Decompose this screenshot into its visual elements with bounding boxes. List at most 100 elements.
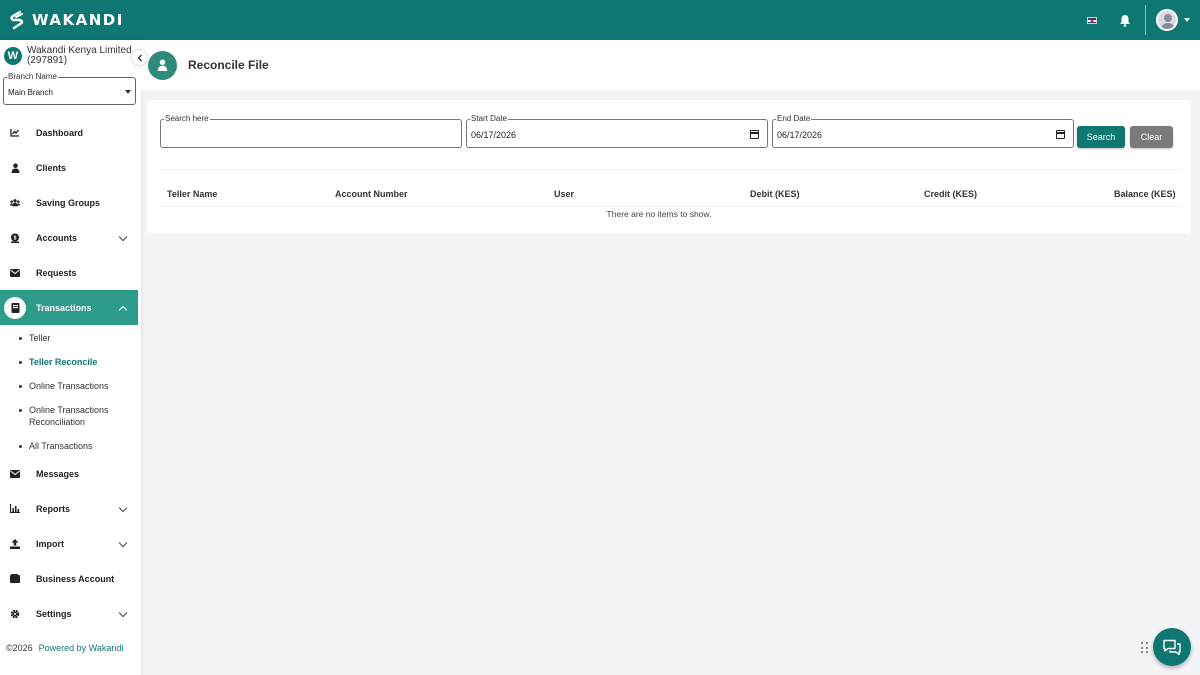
- collapse-sidebar-button[interactable]: [131, 49, 148, 66]
- sidebar-subitem-all-transactions[interactable]: All Transactions: [19, 440, 129, 452]
- user-icon: [148, 50, 177, 80]
- sidebar-item-business-account[interactable]: Business Account: [0, 561, 138, 596]
- sidebar-subitem-teller-reconcile[interactable]: Teller Reconcile: [19, 356, 129, 368]
- end-date-value: 06/17/2026: [777, 130, 823, 140]
- column-header-credit: Credit (KES): [924, 189, 978, 199]
- bullet-icon: [19, 409, 22, 412]
- sidebar-item-requests[interactable]: Requests: [0, 255, 138, 290]
- wakandi-logo-icon: [10, 10, 24, 30]
- sidebar-item-label: Settings: [36, 608, 72, 619]
- sidebar-subitem-label: All Transactions: [29, 441, 93, 451]
- table-header-divider: [159, 206, 1179, 207]
- sidebar-subitem-label: Teller: [29, 333, 51, 343]
- brand-logo[interactable]: WAKANDI: [8, 10, 124, 30]
- envelope-icon: [10, 469, 20, 479]
- chart-bar-icon: [10, 504, 20, 514]
- powered-by-link[interactable]: Powered by Wakandi: [39, 643, 124, 653]
- book-icon: [4, 296, 26, 319]
- sidebar-item-settings[interactable]: Settings: [0, 596, 138, 631]
- search-button[interactable]: Search: [1077, 126, 1125, 148]
- sidebar-item-label: Messages: [36, 468, 80, 479]
- bell-icon[interactable]: [1117, 12, 1133, 28]
- chevron-down-icon: [118, 538, 128, 548]
- start-date-field[interactable]: Start Date 06/17/2026: [466, 114, 768, 148]
- branch-select-label: Branch Name: [7, 72, 58, 81]
- sidebar-item-label: Requests: [36, 267, 77, 278]
- sidebar: W Wakandi Kenya Limited (297891) Branch …: [0, 40, 148, 675]
- sidebar-subitem-teller[interactable]: Teller: [19, 332, 129, 344]
- search-input[interactable]: Search here: [160, 114, 462, 148]
- sidebar-item-transactions[interactable]: Transactions: [0, 290, 138, 325]
- start-date-value: 06/17/2026: [471, 130, 517, 140]
- bullet-icon: [19, 445, 22, 448]
- bank-icon: $: [10, 233, 20, 243]
- drag-handle-icon[interactable]: [1141, 642, 1149, 654]
- sidebar-item-label: Clients: [36, 162, 67, 173]
- column-header-debit: Debit (KES): [750, 189, 800, 199]
- svg-text:$: $: [14, 235, 17, 241]
- bullet-icon: [19, 337, 22, 340]
- brand-name: WAKANDI: [32, 11, 124, 29]
- sidebar-item-dashboard[interactable]: Dashboard: [0, 115, 138, 150]
- chat-icon: [1163, 639, 1181, 655]
- empty-table-message: There are no items to show.: [606, 209, 712, 219]
- org-code: (297891): [27, 55, 68, 66]
- gear-icon: [10, 609, 20, 619]
- chat-button[interactable]: [1153, 628, 1191, 666]
- sidebar-item-messages[interactable]: Messages: [0, 456, 138, 491]
- chevron-down-icon: [118, 608, 128, 618]
- chevron-left-icon: [137, 54, 142, 61]
- chevron-up-icon: [118, 305, 128, 315]
- top-bar: WAKANDI: [0, 0, 1200, 40]
- sidebar-item-saving-groups[interactable]: Saving Groups: [0, 185, 138, 220]
- sidebar-subitem-online-transactions-reconciliation[interactable]: Online Transactions Reconciliation: [19, 404, 129, 428]
- chevron-down-icon[interactable]: [1184, 18, 1190, 22]
- sidebar-item-accounts[interactable]: $ Accounts: [0, 220, 138, 255]
- sidebar-item-reports[interactable]: Reports: [0, 491, 138, 526]
- org-badge: W: [4, 47, 22, 65]
- branch-select[interactable]: Branch Name Main Branch: [3, 72, 136, 105]
- chart-line-icon: [10, 128, 20, 138]
- avatar-icon[interactable]: [1156, 9, 1178, 31]
- sidebar-item-import[interactable]: Import: [0, 526, 138, 561]
- calendar-icon[interactable]: [1056, 130, 1065, 139]
- sidebar-item-label: Business Account: [36, 573, 115, 584]
- sidebar-item-label: Saving Groups: [36, 197, 101, 208]
- page-header: Reconcile File: [141, 40, 1200, 90]
- column-header-user: User: [554, 189, 575, 199]
- sidebar-item-label: Accounts: [36, 232, 78, 243]
- users-icon: [10, 198, 20, 208]
- divider: [159, 169, 1179, 170]
- chevron-down-icon: [118, 232, 128, 242]
- wallet-icon: [10, 574, 20, 584]
- sidebar-subitem-label: Teller Reconcile: [29, 357, 98, 367]
- end-date-label: End Date: [776, 114, 812, 123]
- upload-icon: [10, 538, 20, 549]
- sidebar-subitem-label: Online Transactions Reconciliation: [29, 405, 109, 427]
- sidebar-subitem-online-transactions[interactable]: Online Transactions: [19, 380, 129, 392]
- bullet-icon: [19, 361, 22, 364]
- start-date-label: Start Date: [470, 114, 509, 123]
- sidebar-item-label: Reports: [36, 503, 71, 514]
- user-icon: [10, 162, 20, 173]
- envelope-icon: [10, 268, 20, 278]
- sidebar-item-label: Import: [36, 538, 64, 549]
- copyright-text: ©2026: [6, 643, 33, 653]
- reconcile-card: Search here Start Date 06/17/2026 End Da…: [147, 100, 1191, 234]
- end-date-field[interactable]: End Date 06/17/2026: [772, 114, 1074, 148]
- uk-flag-icon[interactable]: [1087, 16, 1097, 24]
- chevron-down-icon: [118, 503, 128, 513]
- topbar-divider: [1145, 5, 1146, 35]
- column-header-account-number: Account Number: [335, 189, 408, 199]
- chevron-down-icon: [125, 90, 131, 94]
- sidebar-item-clients[interactable]: Clients: [0, 150, 138, 185]
- organization-header: W Wakandi Kenya Limited (297891): [0, 40, 141, 66]
- column-header-balance: Balance (KES): [1114, 189, 1176, 199]
- sidebar-item-label: Dashboard: [36, 127, 84, 138]
- page-title: Reconcile File: [188, 58, 269, 72]
- clear-button[interactable]: Clear: [1130, 126, 1173, 148]
- bullet-icon: [19, 385, 22, 388]
- calendar-icon[interactable]: [750, 130, 759, 139]
- search-input-label: Search here: [164, 114, 210, 123]
- branch-select-value: Main Branch: [8, 88, 53, 97]
